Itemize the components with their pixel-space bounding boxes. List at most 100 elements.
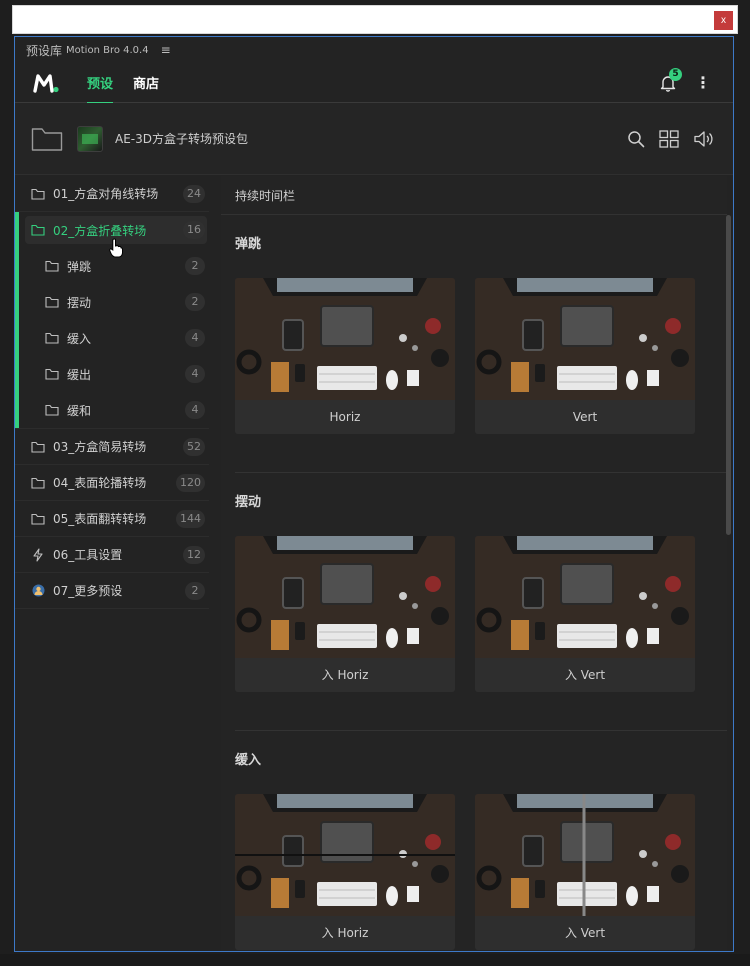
sidebar-subitem-ease-out[interactable]: 缓出 4 xyxy=(15,356,209,392)
tab-presets-label: 预设 xyxy=(87,77,114,92)
view-tools xyxy=(627,103,715,175)
section-title: 弹跳 xyxy=(235,237,262,252)
section-title: 摆动 xyxy=(235,495,262,510)
folder-icon xyxy=(31,477,45,489)
item-count-badge: 2 xyxy=(185,257,205,275)
preset-thumbnail xyxy=(235,536,455,658)
preset-card[interactable]: 入 Horiz xyxy=(235,536,455,692)
folder-icon xyxy=(45,368,59,380)
pack-thumbnail xyxy=(77,125,103,152)
search-icon[interactable] xyxy=(627,130,645,148)
sidebar-item-06[interactable]: 06_工具设置 12 xyxy=(15,537,209,573)
preset-thumbnail xyxy=(235,794,455,916)
sidebar-item-05[interactable]: 05_表面翻转转场 144 xyxy=(15,501,209,537)
panel-menu-icon[interactable]: ≡ xyxy=(161,43,171,57)
tab-presets[interactable]: 预设 xyxy=(87,63,114,104)
preset-card-label: 入 Vert xyxy=(475,916,695,950)
preset-thumbnail xyxy=(475,536,695,658)
more-options-icon[interactable]: ⋮ xyxy=(695,75,711,91)
preset-section: 缓入 入 Horiz 入 Vert xyxy=(221,745,727,950)
avatar-icon xyxy=(31,584,45,597)
duration-bar[interactable]: 持续时间栏 xyxy=(221,176,727,215)
item-count-badge: 24 xyxy=(183,185,205,203)
sidebar-item-label: 05_表面翻转转场 xyxy=(53,512,147,526)
preset-library-panel: 预设库 Motion Bro 4.0.4 ≡ 预设 商店 5 ⋮ AE-3D方盒… xyxy=(14,36,734,952)
sidebar-item-label: 01_方盒对角线转场 xyxy=(53,187,159,201)
preset-content-area: 持续时间栏 弹跳 Horiz Vert 摆动 入 Horiz 入 Vert 缓入… xyxy=(221,176,727,951)
tab-store-label: 商店 xyxy=(133,77,160,92)
panel-title-bar: 预设库 Motion Bro 4.0.4 ≡ xyxy=(15,37,733,63)
item-count-badge: 12 xyxy=(183,546,205,564)
speaker-icon[interactable] xyxy=(693,130,715,148)
sidebar-subitem-ease[interactable]: 缓和 4 xyxy=(15,392,209,428)
app-version: Motion Bro 4.0.4 xyxy=(66,44,149,56)
sidebar-item-03[interactable]: 03_方盒简易转场 52 xyxy=(15,429,209,465)
item-count-badge: 4 xyxy=(185,401,205,419)
section-divider xyxy=(235,730,727,731)
panel-title: 预设库 xyxy=(26,43,63,58)
motion-bro-logo-icon xyxy=(33,73,59,93)
sidebar-item-07[interactable]: 07_更多预设 2 xyxy=(15,573,209,609)
preset-card[interactable]: 入 Vert xyxy=(475,794,695,950)
duration-bar-label: 持续时间栏 xyxy=(235,188,296,203)
sidebar-subitem-swing[interactable]: 摆动 2 xyxy=(15,284,209,320)
item-count-badge: 16 xyxy=(183,221,205,239)
preset-thumbnail xyxy=(235,278,455,400)
folder-icon[interactable] xyxy=(31,126,63,152)
sidebar-subitem-ease-in[interactable]: 缓入 4 xyxy=(15,320,209,356)
preset-card-label: 入 Horiz xyxy=(235,916,455,950)
category-sidebar: 01_方盒对角线转场 24 02_方盒折叠转场 16 弹跳 2 摆动 2 缓入 … xyxy=(15,176,209,951)
item-count-badge: 4 xyxy=(185,329,205,347)
preset-section: 摆动 入 Horiz 入 Vert xyxy=(221,487,727,731)
item-count-badge: 2 xyxy=(185,582,205,600)
folder-icon xyxy=(31,513,45,525)
preset-card[interactable]: 入 Horiz xyxy=(235,794,455,950)
preset-section: 弹跳 Horiz Vert xyxy=(221,229,727,473)
item-count-badge: 120 xyxy=(176,474,205,492)
sidebar-item-label: 04_表面轮播转场 xyxy=(53,476,147,490)
item-count-badge: 52 xyxy=(183,438,205,456)
sidebar-item-label: 缓出 xyxy=(67,367,92,382)
notifications-button[interactable]: 5 xyxy=(659,68,682,92)
close-button[interactable]: x xyxy=(714,11,733,30)
preset-card[interactable]: Vert xyxy=(475,278,695,434)
notification-count-badge: 5 xyxy=(669,68,682,81)
sidebar-item-label: 缓和 xyxy=(67,403,92,418)
item-count-badge: 144 xyxy=(176,510,205,528)
preset-grid: 入 Horiz 入 Vert xyxy=(235,794,727,950)
nav-right-tools: 5 ⋮ xyxy=(659,63,711,103)
folder-icon xyxy=(45,260,59,272)
folder-icon xyxy=(45,296,59,308)
sidebar-item-label: 03_方盒简易转场 xyxy=(53,440,147,454)
grid-view-icon[interactable] xyxy=(659,130,679,148)
preset-card-label: 入 Vert xyxy=(475,658,695,692)
tab-store[interactable]: 商店 xyxy=(133,63,159,103)
item-count-badge: 4 xyxy=(185,365,205,383)
hand-cursor-icon xyxy=(109,238,123,258)
preset-grid: 入 Horiz 入 Vert xyxy=(235,536,727,692)
window-titlebar: x xyxy=(12,5,738,34)
sidebar-item-label: 缓入 xyxy=(67,331,92,346)
item-count-badge: 2 xyxy=(185,293,205,311)
preset-card-label: 入 Horiz xyxy=(235,658,455,692)
section-divider xyxy=(235,472,727,473)
current-pack-bar: AE-3D方盒子转场预设包 xyxy=(15,103,733,175)
content-scrollbar[interactable] xyxy=(726,215,731,535)
folder-icon xyxy=(31,188,45,200)
preset-card[interactable]: 入 Vert xyxy=(475,536,695,692)
folder-icon xyxy=(31,441,45,453)
sidebar-item-01[interactable]: 01_方盒对角线转场 24 xyxy=(15,176,209,212)
folder-icon xyxy=(45,404,59,416)
folder-icon xyxy=(45,332,59,344)
bottom-edge xyxy=(0,954,750,966)
sidebar-item-04[interactable]: 04_表面轮播转场 120 xyxy=(15,465,209,501)
sidebar-item-label: 弹跳 xyxy=(67,259,92,274)
folder-icon xyxy=(31,224,45,236)
sidebar-item-label: 02_方盒折叠转场 xyxy=(53,223,147,238)
preset-card-label: Horiz xyxy=(235,400,455,434)
lightning-icon xyxy=(31,547,45,562)
preset-grid: Horiz Vert xyxy=(235,278,727,434)
section-title: 缓入 xyxy=(235,753,262,768)
preset-card[interactable]: Horiz xyxy=(235,278,455,434)
preset-card-label: Vert xyxy=(475,400,695,434)
